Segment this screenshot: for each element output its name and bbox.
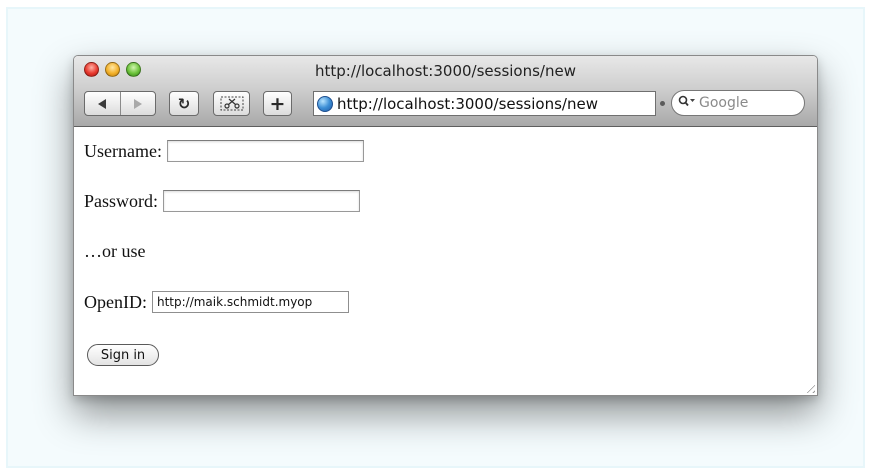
openid-label: OpenID: (84, 291, 147, 312)
window-title: http://localhost:3000/sessions/new (315, 62, 576, 80)
password-row: Password: (84, 190, 361, 212)
page-content: Username: Password: …or use OpenID: http… (74, 127, 817, 395)
back-button[interactable] (85, 92, 120, 115)
browser-window: http://localhost:3000/sessions/new ↻ + h… (73, 55, 818, 396)
openid-field[interactable]: http://maik.schmidt.myop (151, 291, 349, 313)
forward-button[interactable] (119, 92, 156, 115)
openid-row: OpenID: http://maik.schmidt.myop (84, 291, 349, 313)
password-field[interactable] (163, 190, 361, 212)
search-field[interactable]: Google (671, 90, 805, 116)
back-arrow-icon (98, 98, 107, 109)
plus-icon: + (269, 92, 286, 115)
add-bookmark-button[interactable]: + (263, 91, 292, 116)
username-label: Username: (84, 140, 162, 161)
username-row: Username: (84, 140, 364, 162)
sign-in-button[interactable]: Sign in (87, 344, 159, 366)
scissors-icon (220, 96, 243, 111)
password-label: Password: (84, 190, 159, 211)
reload-icon: ↻ (177, 94, 191, 113)
or-use-row: …or use (84, 241, 146, 262)
search-placeholder: Google (699, 95, 749, 111)
reload-button[interactable]: ↻ (169, 91, 199, 116)
or-use-text: …or use (84, 241, 146, 261)
username-field[interactable] (166, 140, 364, 162)
address-url: http://localhost:3000/sessions/new (337, 94, 598, 113)
search-icon (678, 95, 696, 111)
toolbar-splitter[interactable] (660, 101, 665, 106)
back-forward-group (84, 91, 156, 116)
browser-titlebar: http://localhost:3000/sessions/new ↻ + h… (74, 56, 817, 127)
snip-button[interactable] (213, 91, 250, 116)
forward-arrow-icon (133, 98, 142, 109)
address-bar[interactable]: http://localhost:3000/sessions/new (313, 91, 656, 116)
globe-icon (317, 95, 333, 112)
